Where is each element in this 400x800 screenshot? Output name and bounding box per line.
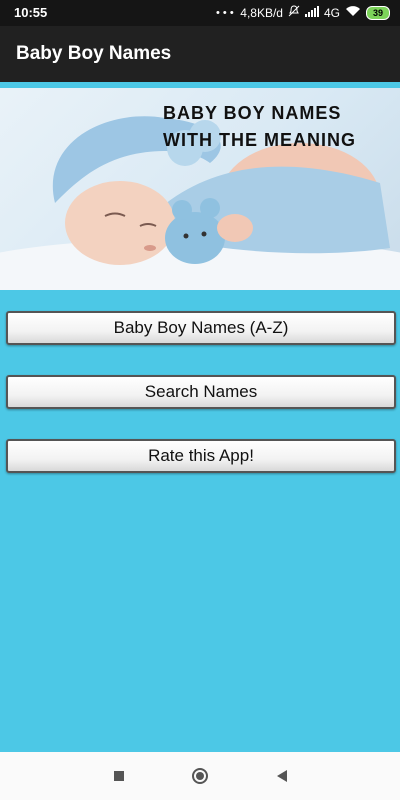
app-bar: Baby Boy Names bbox=[0, 26, 400, 82]
hero-banner: BABY BOY NAMES WITH THE MEANING bbox=[0, 88, 400, 290]
mute-icon bbox=[288, 5, 300, 20]
system-nav-bar bbox=[0, 752, 400, 800]
app-title: Baby Boy Names bbox=[16, 43, 172, 64]
battery-icon: 39 bbox=[366, 5, 390, 20]
signal-icon bbox=[304, 5, 319, 20]
status-right: 4,8KB/d 4G 39 bbox=[240, 5, 390, 20]
net-speed: 4,8KB/d bbox=[240, 5, 283, 20]
names-az-button[interactable]: Baby Boy Names (A-Z) bbox=[6, 311, 396, 345]
status-time: 10:55 bbox=[14, 5, 48, 20]
network-type: 4G bbox=[323, 5, 340, 20]
hero-line-2: WITH THE MEANING bbox=[163, 130, 356, 150]
wifi-icon bbox=[345, 5, 361, 20]
rate-app-button[interactable]: Rate this App! bbox=[6, 439, 396, 473]
back-icon[interactable] bbox=[272, 766, 292, 786]
search-names-button[interactable]: Search Names bbox=[6, 375, 396, 409]
status-bar: 10:55 • • • 4,8KB/d 4G 39 bbox=[0, 0, 400, 26]
hero-caption: BABY BOY NAMES WITH THE MEANING bbox=[163, 100, 356, 154]
home-icon[interactable] bbox=[190, 766, 210, 786]
recents-icon[interactable] bbox=[109, 766, 129, 786]
hero-line-1: BABY BOY NAMES bbox=[163, 103, 342, 123]
status-dots: • • • bbox=[216, 7, 234, 19]
